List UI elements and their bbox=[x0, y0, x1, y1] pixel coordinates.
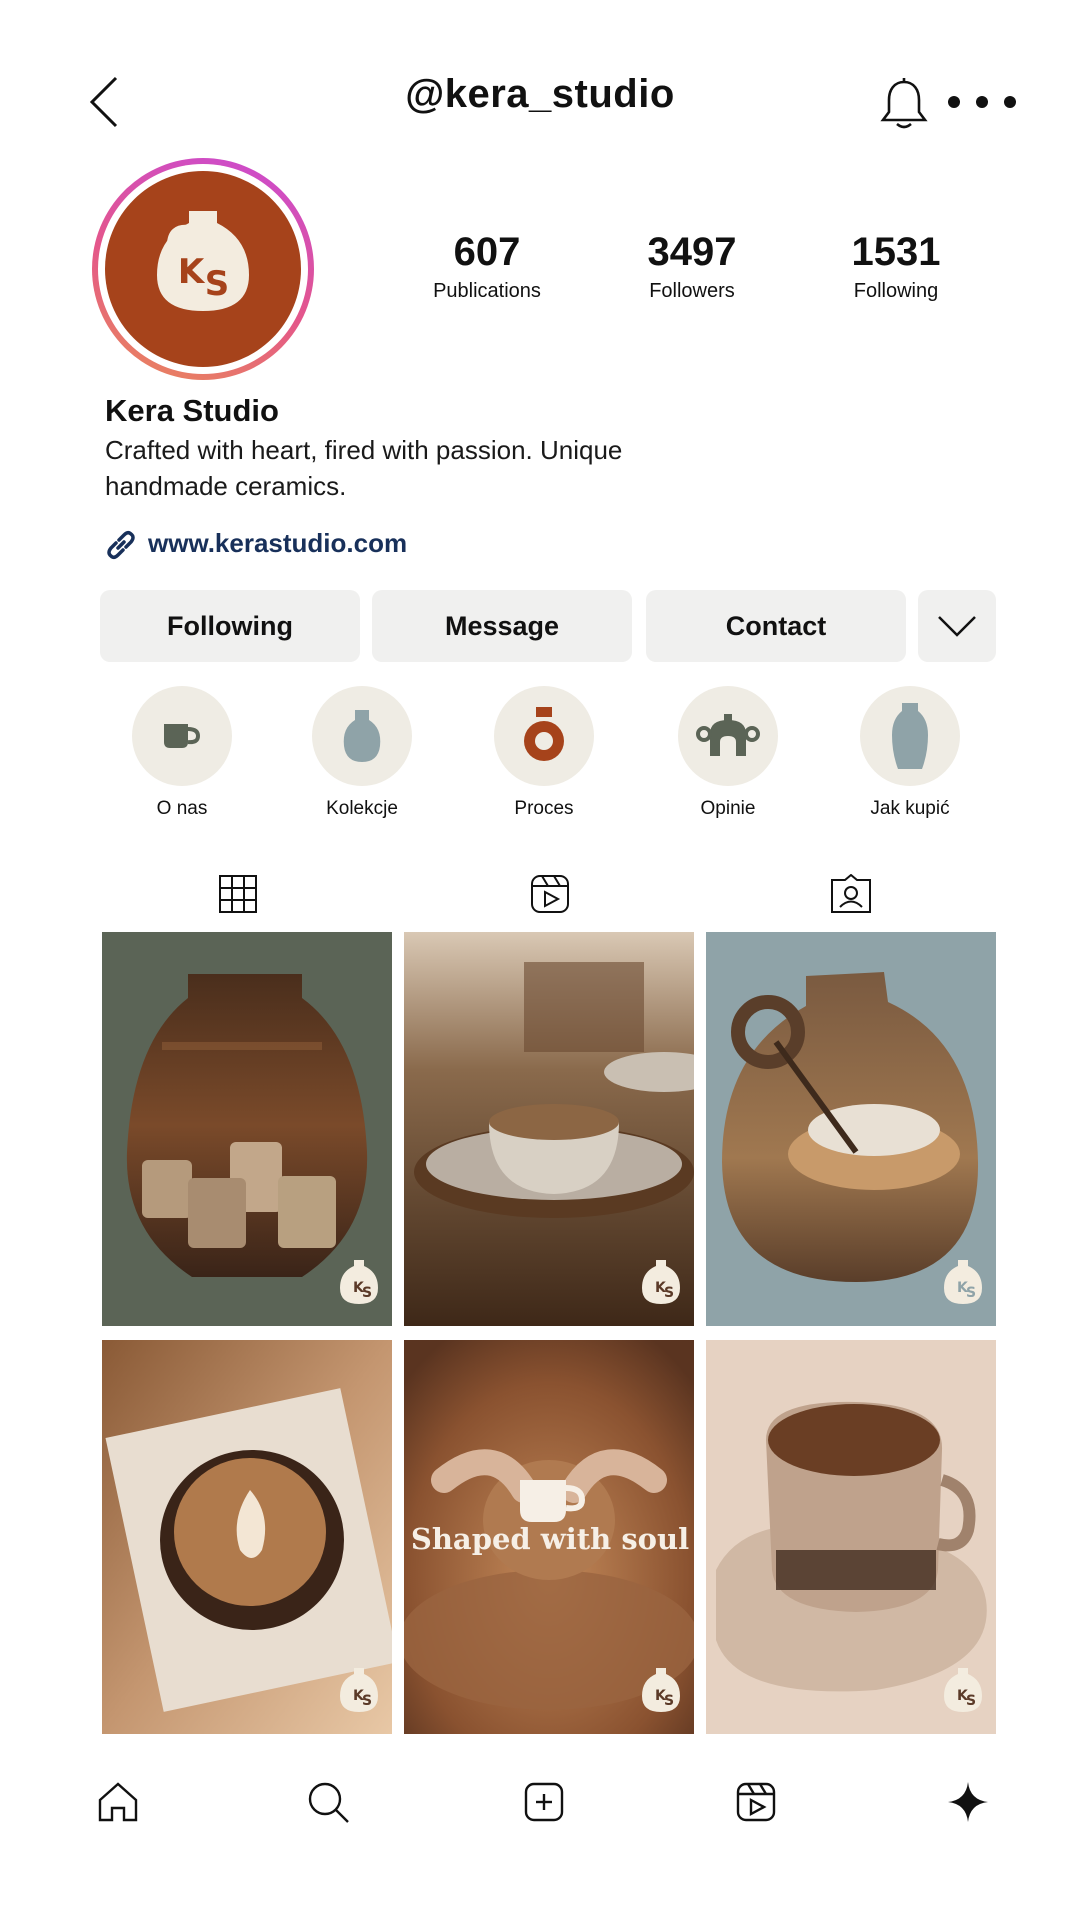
nav-ai-sparkle[interactable] bbox=[946, 1780, 990, 1824]
mug-icon bbox=[520, 1480, 586, 1522]
nav-reels[interactable] bbox=[734, 1780, 778, 1824]
message-button[interactable]: Message bbox=[372, 590, 632, 662]
nav-search[interactable] bbox=[306, 1780, 350, 1824]
notifications-button[interactable] bbox=[878, 76, 930, 132]
stat-value: 607 bbox=[453, 230, 521, 274]
vase-icon bbox=[892, 703, 928, 769]
profile-name: Kera Studio bbox=[105, 393, 279, 428]
suggestions-dropdown-button[interactable] bbox=[918, 590, 996, 662]
website-link[interactable]: www.kerastudio.com bbox=[148, 528, 407, 559]
post-overlay-text: Shaped with soul bbox=[410, 1522, 690, 1556]
highlight-cover bbox=[312, 686, 412, 786]
stat-value: 3497 bbox=[647, 230, 737, 274]
post-tile[interactable]: K S bbox=[404, 932, 694, 1326]
post-tile[interactable]: K S bbox=[706, 932, 996, 1326]
stat-label: Following bbox=[853, 280, 939, 302]
highlight-label: Opinie bbox=[700, 798, 756, 819]
svg-text:S: S bbox=[664, 1693, 674, 1709]
svg-text:S: S bbox=[205, 264, 230, 304]
tab-grid[interactable] bbox=[218, 874, 258, 914]
stat-followers[interactable]: 3497 Followers bbox=[592, 228, 792, 304]
following-button[interactable]: Following bbox=[100, 590, 360, 662]
svg-text:S: S bbox=[966, 1285, 976, 1301]
reels-icon bbox=[736, 1782, 776, 1822]
search-icon bbox=[308, 1782, 349, 1823]
highlight-proces[interactable]: Proces bbox=[464, 686, 624, 820]
highlight-label: Kolekcje bbox=[326, 798, 398, 819]
contact-button[interactable]: Contact bbox=[646, 590, 906, 662]
post-tile[interactable]: K S bbox=[706, 1340, 996, 1734]
link-icon bbox=[104, 528, 138, 562]
grid-icon bbox=[219, 875, 257, 913]
highlight-label: O nas bbox=[156, 798, 208, 819]
svg-text:S: S bbox=[362, 1285, 372, 1301]
reels-icon bbox=[531, 875, 569, 913]
svg-text:S: S bbox=[362, 1693, 372, 1709]
svg-text:S: S bbox=[664, 1285, 674, 1301]
chevron-down-icon bbox=[938, 616, 976, 637]
tab-reels[interactable] bbox=[530, 874, 570, 914]
svg-text:S: S bbox=[966, 1693, 976, 1709]
stat-label: Publications bbox=[433, 280, 541, 302]
ks-brand-icon: K S bbox=[340, 1668, 378, 1712]
more-options-button[interactable] bbox=[946, 94, 1018, 110]
create-icon bbox=[524, 1782, 564, 1822]
tagged-icon bbox=[831, 873, 871, 913]
stat-value: 1531 bbox=[851, 230, 941, 274]
ai-sparkle-icon bbox=[948, 1782, 988, 1822]
avatar[interactable]: K S bbox=[105, 171, 301, 367]
post-tile[interactable]: K S bbox=[102, 932, 392, 1326]
highlight-cover bbox=[860, 686, 960, 786]
bell-icon bbox=[880, 78, 928, 129]
vase-icon bbox=[343, 710, 381, 762]
stat-label: Followers bbox=[649, 280, 735, 302]
ks-brand-icon: K S bbox=[944, 1260, 982, 1304]
nav-create[interactable] bbox=[522, 1780, 566, 1824]
ks-brand-icon: K S bbox=[642, 1260, 680, 1304]
teapot-icon bbox=[696, 714, 760, 756]
highlight-opinie[interactable]: Opinie bbox=[648, 686, 808, 820]
highlight-label: Proces bbox=[514, 798, 574, 819]
highlight-jak-kupic[interactable]: Jak kupić bbox=[830, 686, 990, 820]
ks-brand-icon: K S bbox=[642, 1668, 680, 1712]
highlight-cover bbox=[678, 686, 778, 786]
more-dots-icon bbox=[948, 96, 1016, 108]
highlight-kolekcje[interactable]: Kolekcje bbox=[282, 686, 442, 820]
mug-icon bbox=[164, 724, 201, 748]
tab-tagged[interactable] bbox=[830, 873, 871, 914]
stat-publications[interactable]: 607 Publications bbox=[387, 228, 587, 304]
highlight-cover bbox=[494, 686, 594, 786]
ks-jug-logo-icon: K S bbox=[157, 211, 249, 311]
highlight-o-nas[interactable]: O nas bbox=[102, 686, 262, 820]
svg-text:K: K bbox=[178, 252, 206, 292]
nav-home[interactable] bbox=[96, 1780, 140, 1824]
ks-brand-icon: K S bbox=[340, 1260, 378, 1304]
highlight-cover bbox=[132, 686, 232, 786]
profile-bio: Crafted with heart, fired with passion. … bbox=[105, 435, 623, 501]
home-icon bbox=[98, 1782, 138, 1822]
post-tile[interactable]: K S bbox=[102, 1340, 392, 1734]
ring-vase-icon bbox=[524, 707, 564, 761]
stat-following[interactable]: 1531 Following bbox=[796, 228, 996, 304]
highlight-label: Jak kupić bbox=[870, 798, 950, 819]
ks-brand-icon: K S bbox=[944, 1668, 982, 1712]
